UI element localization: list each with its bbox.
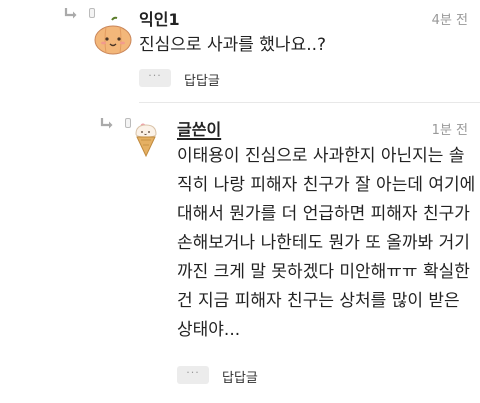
more-options-button[interactable]: ··· [139,69,171,87]
more-options-button[interactable]: ··· [177,366,209,384]
comment-thread: 익인1 4분 전 진심으로 사과를 했나요..? ··· 답답글 글쓴이 1분 … [0,0,480,403]
comment-body: 이태용이 진심으로 사과한지 아닌지는 솔 직히 나랑 피해자 친구가 잘 아는… [177,142,475,345]
reply-button[interactable]: 답답글 [222,367,258,386]
comment-author[interactable]: 익인1 [139,6,180,30]
comment-text-line: 까진 크게 말 못하겠다 미안해ㅠㅠ 확실한 [177,262,470,282]
ice-cream-cone-icon [135,123,157,158]
comment-timestamp: 4분 전 [431,13,468,28]
reply-button[interactable]: 답답글 [184,70,220,89]
comment-text-line: 진심으로 사과를 했나요..? [139,35,327,55]
comment-text-line: 손해보거나 나한테도 뭔가 또 올까봐 거기 [177,233,470,253]
comment-text-line: 직히 나랑 피해자 친구가 잘 아는데 여기에 [177,175,476,195]
divider [139,102,480,103]
comment-body: 진심으로 사과를 했나요..? [139,31,326,60]
comment-timestamp: 1분 전 [431,123,468,138]
pumpkin-icon [94,16,132,55]
comment-text-line: 상태야... [177,320,241,340]
comment-text-line: 이태용이 진심으로 사과한지 아닌지는 솔 [177,146,465,166]
comment-text-line: 건 지금 피해자 친구는 상처를 많이 받은 [177,291,460,311]
comment-text-line: 대해서 뭔가를 더 언급하면 피해자 친구가 [177,204,470,224]
reply-arrow-icon [64,8,77,19]
comment-author-writer[interactable]: 글쓴이 [177,116,221,140]
reply-arrow-icon [100,118,113,129]
